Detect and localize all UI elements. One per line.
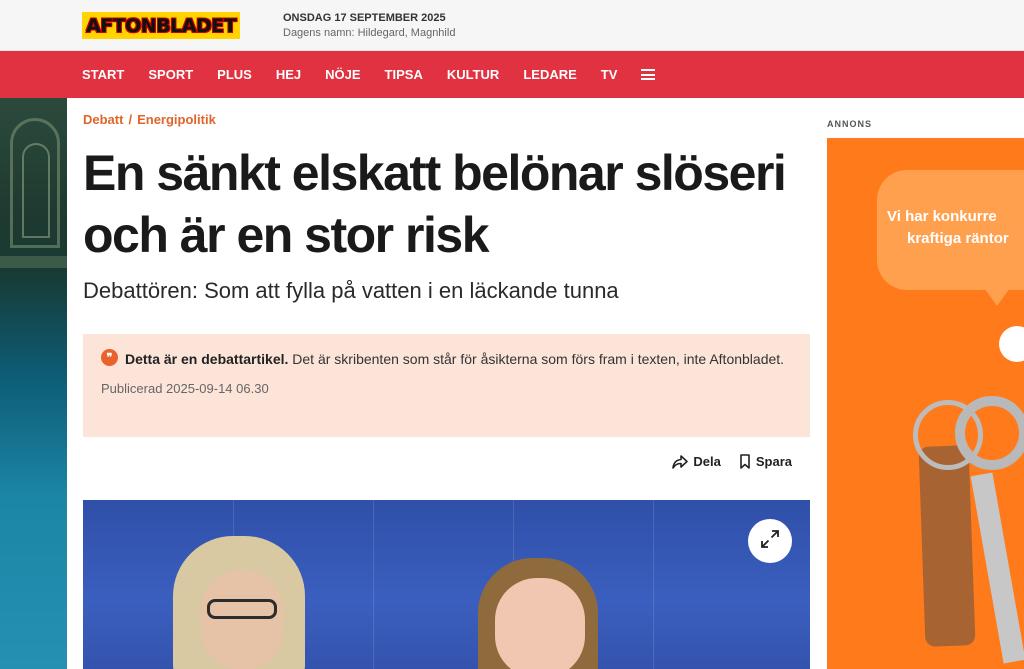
dateline: ONSDAG 17 SEPTEMBER 2025 Dagens namn: Hi… xyxy=(283,12,455,39)
share-button[interactable]: Dela xyxy=(672,454,721,469)
debate-notice-strong: Detta är en debattartikel. xyxy=(125,351,289,367)
aftonbladet-logo[interactable]: AFTONBLADET xyxy=(82,12,241,39)
debate-notice-text: Detta är en debattartikel. Det är skribe… xyxy=(125,348,785,371)
logo-text[interactable]: AFTONBLADET xyxy=(86,15,237,37)
top-bar: AFTONBLADET ONSDAG 17 SEPTEMBER 2025 Dag… xyxy=(0,0,1024,51)
nav-item-kultur[interactable]: KULTUR xyxy=(447,67,499,82)
key-image xyxy=(955,396,1024,470)
nav-item-ledare[interactable]: LEDARE xyxy=(523,67,576,82)
current-date: ONSDAG 17 SEPTEMBER 2025 xyxy=(283,12,446,24)
debate-notice-body: Det är skribenten som står för åsikterna… xyxy=(288,351,785,367)
article-headline: En sänkt elskatt belönar slöseri och är … xyxy=(83,145,787,263)
published-date: Publicerad 2025-09-14 06.30 xyxy=(101,381,269,396)
left-side-background-image xyxy=(0,98,67,669)
name-day: Dagens namn: Hildegard, Magnhild xyxy=(283,27,456,39)
article-hero-image[interactable] xyxy=(83,500,810,669)
ad-text-line1: Vi har konkurre xyxy=(887,208,997,225)
nav-item-noje[interactable]: NÖJE xyxy=(325,67,360,82)
nav-item-tipsa[interactable]: TIPSA xyxy=(385,67,423,82)
advertisement[interactable]: Vi har konkurre kraftiga räntor xyxy=(827,138,1024,669)
expand-icon xyxy=(760,529,780,554)
quote-icon: ❞ xyxy=(101,349,118,366)
breadcrumb-separator: / xyxy=(128,112,133,127)
breadcrumb-energipolitik[interactable]: Energipolitik xyxy=(137,112,216,127)
share-icon xyxy=(672,454,689,469)
main-navigation: START SPORT PLUS HEJ NÖJE TIPSA KULTUR L… xyxy=(0,51,1024,98)
share-label: Dela xyxy=(693,454,721,469)
article-subheadline: Debattören: Som att fylla på vatten i en… xyxy=(83,278,619,303)
breadcrumb-debatt[interactable]: Debatt xyxy=(83,112,123,127)
bookmark-icon xyxy=(739,454,751,469)
expand-image-button[interactable] xyxy=(748,519,792,563)
debate-notice: ❞ Detta är en debattartikel. Det är skri… xyxy=(83,334,810,437)
nav-item-tv[interactable]: TV xyxy=(601,67,618,82)
article-actions: Dela Spara xyxy=(672,454,792,469)
nav-item-sport[interactable]: SPORT xyxy=(148,67,193,82)
nav-item-hej[interactable]: HEJ xyxy=(276,67,301,82)
hamburger-menu-icon[interactable] xyxy=(641,69,656,80)
ad-text-line2: kraftiga räntor xyxy=(907,230,1009,247)
key-tag-image xyxy=(918,445,976,647)
save-label: Spara xyxy=(755,454,792,469)
breadcrumb: Debatt / Energipolitik xyxy=(83,112,216,127)
ad-label: ANNONS xyxy=(827,119,873,129)
ad-speech-bubble: Vi har konkurre kraftiga räntor xyxy=(877,170,1024,290)
nav-item-start[interactable]: START xyxy=(82,67,124,82)
save-button[interactable]: Spara xyxy=(739,454,792,469)
nav-item-plus[interactable]: PLUS xyxy=(217,67,252,82)
